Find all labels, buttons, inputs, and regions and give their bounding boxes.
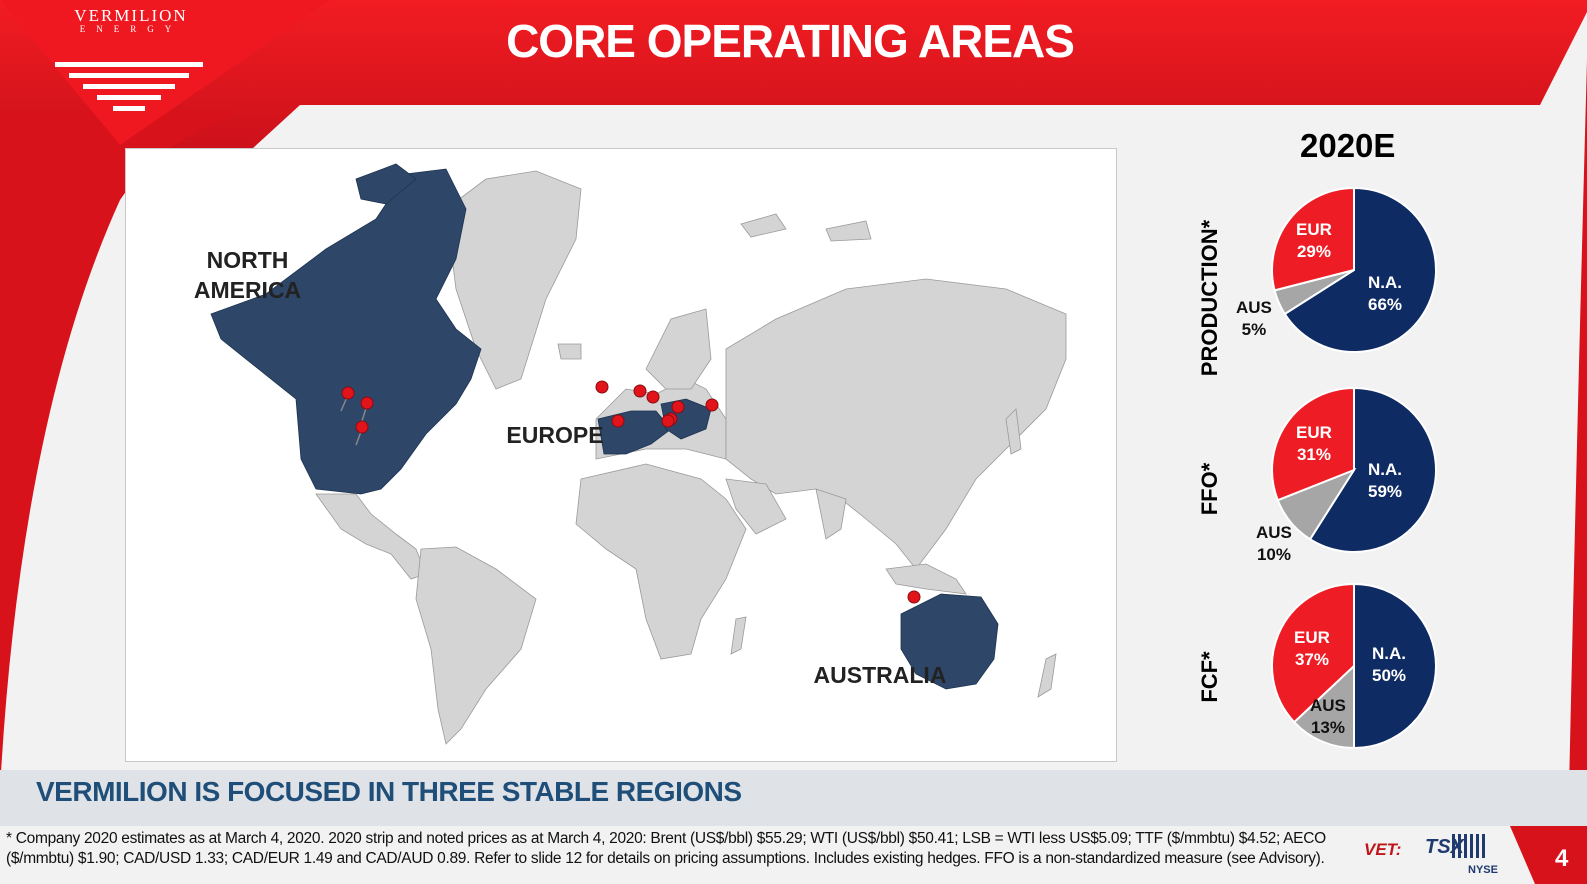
pin-marker-icon — [646, 390, 660, 404]
pie-label-na: N.A. 59% — [1368, 460, 1403, 501]
tagline: VERMILION IS FOCUSED IN THREE STABLE REG… — [36, 776, 742, 807]
pie-label-aus: AUS 10% — [1256, 523, 1292, 564]
pie-label-eur: EUR 29% — [1296, 220, 1332, 261]
chart-title-fcf: FCF* — [1197, 651, 1222, 703]
pie-charts — [1271, 186, 1437, 750]
pin-marker-icon — [907, 590, 921, 604]
pin-marker-icon — [595, 380, 609, 394]
pin-marker-icon — [705, 398, 719, 412]
world-map-svg — [210, 163, 1067, 745]
period-label: 2020E — [1300, 127, 1396, 164]
pin-marker-icon — [611, 414, 625, 428]
logo-mark-icon — [55, 62, 203, 111]
region-label-australia: AUSTRALIA — [813, 662, 947, 688]
pie-label-aus: AUS 13% — [1310, 696, 1346, 737]
region-label-europe: EUROPE — [506, 422, 604, 448]
company-logo: VERMILION ENERGY — [56, 6, 206, 34]
nyse-logo-icon — [1452, 834, 1485, 858]
logo-name: VERMILION — [74, 6, 188, 25]
page-title: CORE OPERATING AREAS — [506, 15, 1075, 67]
chart-title-ffo: FFO* — [1197, 462, 1222, 516]
world-map — [125, 148, 1117, 762]
nyse-label: NYSE — [1468, 864, 1498, 876]
pin-marker-icon — [661, 414, 675, 428]
pie-label-aus: AUS 5% — [1236, 298, 1272, 339]
pie-label-eur: EUR 31% — [1296, 423, 1332, 464]
pin-marker-icon — [633, 384, 647, 398]
stock-ticker: VET: — [1364, 840, 1402, 859]
pie-label-na: N.A. 66% — [1368, 273, 1403, 314]
pie-label-na: N.A. 50% — [1372, 644, 1407, 685]
pie-label-eur: EUR 37% — [1294, 628, 1330, 669]
footnote: * Company 2020 estimates as at March 4, … — [6, 830, 1326, 867]
page-number: 4 — [1555, 845, 1569, 872]
region-label-line: NORTH — [206, 247, 289, 273]
pin-marker-icon — [671, 400, 685, 414]
chart-title-production: PRODUCTION* — [1197, 219, 1222, 377]
region-label-north-america: NORTH AMERICA — [190, 245, 305, 305]
region-label-line: AMERICA — [193, 277, 302, 303]
